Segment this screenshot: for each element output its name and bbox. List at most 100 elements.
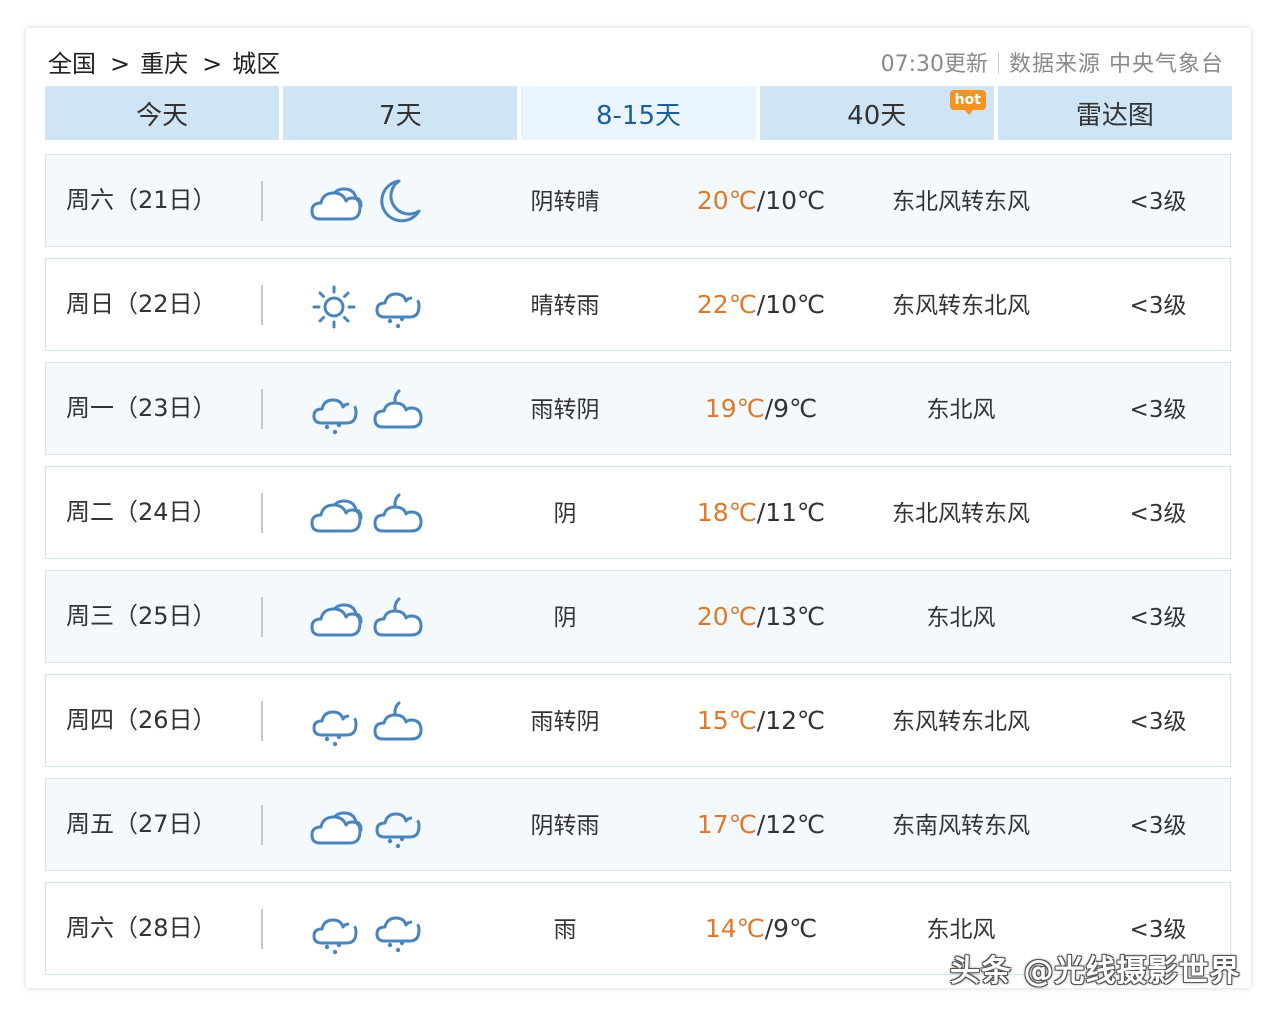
moon-icon [373, 177, 425, 225]
data-source: 数据来源 中央气象台 [1009, 52, 1224, 77]
rain-icon [373, 801, 425, 849]
day-label: 周二（24日） [66, 498, 217, 526]
wind-level: <3级 [1129, 813, 1187, 839]
rain-icon [310, 907, 362, 955]
temperature-range: 14℃/9℃ [704, 914, 818, 943]
forecast-row: 周日（22日） 晴转雨 22℃/10℃ 东风转东北风 <3级 [45, 258, 1231, 351]
rain-icon [373, 281, 425, 329]
breadcrumb-separator: > [110, 50, 131, 78]
wind-direction: 东风转东北风 [892, 709, 1030, 735]
cloudy-night-icon [373, 697, 425, 745]
temperature-range: 17℃/12℃ [696, 810, 826, 839]
forecast-row: 周一（23日） 雨转阴 19℃/9℃ 东北风 <3级 [45, 362, 1231, 455]
wind-level: <3级 [1129, 709, 1187, 735]
forecast-row: 周五（27日） 阴转雨 17℃/12℃ 东南风转东风 <3级 [45, 778, 1231, 871]
day-label: 周三（25日） [66, 602, 217, 630]
tab-label: 雷达图 [1075, 100, 1154, 131]
divider [261, 701, 263, 741]
cloudy-night-icon [373, 489, 425, 537]
day-label: 周五（27日） [66, 810, 217, 838]
weather-description: 阴 [553, 501, 577, 527]
tab-8-15-days[interactable]: 8-15天 [521, 86, 756, 140]
divider [261, 285, 263, 325]
weather-description: 阴转晴 [530, 189, 600, 215]
temperature-range: 22℃/10℃ [696, 290, 826, 319]
low-temperature: 11℃ [765, 498, 826, 527]
divider [261, 493, 263, 533]
watermark: 头条 @光线摄影世界 [950, 954, 1241, 989]
high-temperature: 20℃ [696, 602, 757, 631]
cloudy-icon [310, 803, 363, 849]
rain-icon [373, 905, 425, 953]
breadcrumb-item-province[interactable]: 重庆 [140, 50, 188, 78]
high-temperature: 15℃ [696, 706, 757, 735]
weather-description: 晴转雨 [530, 293, 600, 319]
wind-direction: 东北风转东风 [892, 501, 1030, 527]
tab-label: 7天 [379, 100, 422, 131]
day-label: 周六（28日） [66, 914, 217, 942]
temperature-range: 19℃/9℃ [704, 394, 818, 423]
wind-level: <3级 [1129, 189, 1187, 215]
forecast-row: 周二（24日） 阴 18℃/11℃ 东北风转东风 <3级 [45, 466, 1231, 559]
low-temperature: 13℃ [765, 602, 826, 631]
update-time: 07:30更新 [880, 52, 988, 77]
weather-description: 雨 [553, 917, 577, 943]
high-temperature: 18℃ [696, 498, 757, 527]
wind-direction: 东北风转东风 [892, 189, 1030, 215]
weather-description: 雨转阴 [530, 709, 600, 735]
tab-radar[interactable]: 雷达图 [997, 86, 1233, 140]
cloudy-night-icon [373, 593, 425, 641]
header-bar: 全国 > 重庆 > 城区 07:30更新 数据来源 中央气象台 [46, 44, 1232, 80]
forecast-row: 周四（26日） 雨转阴 15℃/12℃ 东风转东北风 <3级 [45, 674, 1231, 767]
wind-level: <3级 [1129, 501, 1187, 527]
wind-level: <3级 [1129, 605, 1187, 631]
low-temperature: 12℃ [765, 810, 826, 839]
rain-icon [310, 699, 362, 747]
wind-level: <3级 [1129, 293, 1187, 319]
low-temperature: 9℃ [773, 394, 818, 423]
hot-badge: hot [949, 90, 986, 115]
low-temperature: 9℃ [773, 914, 818, 943]
wind-level: <3级 [1129, 397, 1187, 423]
day-label: 周一（23日） [66, 394, 217, 422]
wind-direction: 东北风 [926, 605, 996, 631]
low-temperature: 12℃ [765, 706, 826, 735]
tab-label: 今天 [136, 100, 189, 131]
sun-icon [310, 283, 362, 329]
divider [261, 389, 263, 429]
tab-40-days[interactable]: 40天 hot [759, 86, 994, 140]
cloudy-icon [310, 595, 363, 641]
high-temperature: 20℃ [696, 186, 757, 215]
temperature-range: 20℃/10℃ [696, 186, 826, 215]
forecast-row: 周三（25日） 阴 20℃/13℃ 东北风 <3级 [45, 570, 1231, 663]
cloudy-icon [310, 491, 363, 537]
weather-description: 阴转雨 [530, 813, 600, 839]
divider [261, 597, 263, 637]
forecast-list: 周六（21日） 阴转晴 20℃/10℃ 东北风转东风 <3级 周日（22日） 晴… [45, 154, 1231, 986]
tab-label: 8-15天 [596, 100, 682, 131]
high-temperature: 17℃ [696, 810, 757, 839]
temperature-range: 15℃/12℃ [696, 706, 826, 735]
low-temperature: 10℃ [765, 186, 826, 215]
divider [998, 52, 999, 74]
tab-7-days[interactable]: 7天 [283, 86, 518, 140]
tab-today[interactable]: 今天 [45, 86, 280, 140]
breadcrumb: 全国 > 重庆 > 城区 [48, 44, 284, 79]
wind-direction: 东北风 [926, 397, 996, 423]
breadcrumb-item-country[interactable]: 全国 [48, 50, 96, 78]
forecast-row: 周六（21日） 阴转晴 20℃/10℃ 东北风转东风 <3级 [45, 154, 1231, 247]
forecast-tabs: 今天 7天 8-15天 40天 hot 雷达图 [45, 86, 1233, 140]
divider [261, 805, 263, 845]
breadcrumb-item-city: 城区 [232, 50, 281, 78]
divider [261, 909, 263, 949]
tab-label: 40天 [847, 100, 907, 131]
divider [261, 181, 263, 221]
weather-description: 雨转阴 [530, 397, 600, 423]
cloudy-icon [310, 179, 363, 225]
weather-description: 阴 [553, 605, 577, 631]
update-info: 07:30更新 数据来源 中央气象台 [881, 46, 1224, 78]
day-label: 周日（22日） [66, 290, 217, 318]
wind-direction: 东南风转东风 [892, 813, 1030, 839]
high-temperature: 19℃ [704, 394, 765, 423]
high-temperature: 14℃ [704, 914, 765, 943]
